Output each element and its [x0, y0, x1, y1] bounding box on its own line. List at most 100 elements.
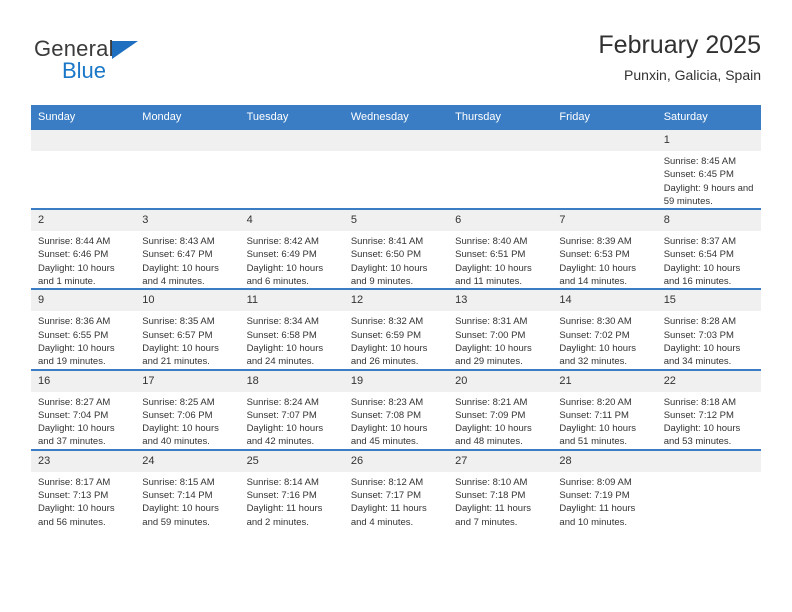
- calendar-day-cell[interactable]: 6 Sunrise: 8:40 AM Sunset: 6:51 PM Daylight…: [448, 208, 553, 290]
- calendar-day-cell[interactable]: 23 Sunrise: 8:17 AM Sunset: 7:13 PM Dayligh…: [31, 448, 136, 529]
- sunrise-text: Sunrise: 8:43 AM: [142, 236, 215, 248]
- daylight-text: Daylight: 11 hours and 2 minutes.: [246, 503, 323, 528]
- day-details: Sunrise: 8:31 AM Sunset: 7:00 PM Daylight:…: [448, 311, 552, 368]
- day-details: Sunrise: 8:15 AM Sunset: 7:14 PM Daylight:…: [135, 472, 239, 529]
- calendar-day-cell[interactable]: 25 Sunrise: 8:14 AM Sunset: 7:16 PM Dayligh…: [239, 448, 344, 529]
- weekday-header-friday: Friday: [552, 105, 657, 130]
- sunrise-text: Sunrise: 8:31 AM: [455, 316, 528, 328]
- weekday-header-sunday: Sunday: [31, 105, 136, 130]
- day-number: 27: [448, 450, 553, 472]
- day-details: Sunrise: 8:27 AM Sunset: 7:04 PM Daylight:…: [31, 392, 135, 449]
- calendar-day-cell-empty: [552, 130, 657, 210]
- sunrise-text: Sunrise: 8:17 AM: [38, 476, 111, 488]
- daylight-text: Daylight: 10 hours and 42 minutes.: [246, 423, 324, 448]
- calendar-day-cell[interactable]: 4 Sunrise: 8:42 AM Sunset: 6:49 PM Daylight…: [239, 208, 344, 290]
- day-number: 11: [239, 290, 344, 312]
- sunrise-text: Sunrise: 8:18 AM: [663, 396, 737, 408]
- sunset-text: Sunset: 6:58 PM: [246, 329, 317, 341]
- sunset-text: Sunset: 7:00 PM: [455, 329, 526, 341]
- day-number: 25: [239, 450, 344, 472]
- page-title: February 2025: [598, 31, 761, 59]
- day-number: 9: [31, 290, 136, 312]
- sunrise-text: Sunrise: 8:41 AM: [350, 236, 424, 248]
- daylight-text: Daylight: 10 hours and 59 minutes.: [142, 503, 219, 528]
- day-number: 16: [31, 370, 136, 392]
- sunset-text: Sunset: 6:53 PM: [559, 249, 630, 261]
- calendar-day-cell[interactable]: 7 Sunrise: 8:39 AM Sunset: 6:53 PM Daylight…: [552, 208, 657, 290]
- calendar-day-cell[interactable]: 28 Sunrise: 8:09 AM Sunset: 7:19 PM Dayligh…: [552, 448, 657, 529]
- sunset-text: Sunset: 7:07 PM: [246, 409, 317, 421]
- calendar-day-cell[interactable]: 19 Sunrise: 8:23 AM Sunset: 7:08 PM Dayligh…: [343, 368, 449, 450]
- day-number: 26: [343, 450, 449, 472]
- day-details: Sunrise: 8:45 AM Sunset: 6:45 PM Daylight:…: [657, 151, 761, 208]
- daylight-text: Daylight: 9 hours and 59 minutes.: [663, 182, 754, 207]
- day-details: Sunrise: 8:09 AM Sunset: 7:19 PM Daylight:…: [552, 472, 656, 529]
- calendar-day-cell[interactable]: 22 Sunrise: 8:18 AM Sunset: 7:12 PM Dayligh…: [656, 368, 761, 450]
- sunset-text: Sunset: 6:47 PM: [142, 249, 213, 261]
- calendar-day-cell-empty: [239, 130, 344, 210]
- calendar-day-cell[interactable]: 21 Sunrise: 8:20 AM Sunset: 7:11 PM Dayligh…: [552, 368, 657, 450]
- daylight-text: Daylight: 10 hours and 1 minute.: [38, 262, 115, 288]
- sunrise-text: Sunrise: 8:09 AM: [559, 476, 632, 488]
- general-blue-logo: General Blue: [31, 32, 251, 92]
- sunset-text: Sunset: 6:46 PM: [38, 249, 109, 261]
- sunset-text: Sunset: 7:14 PM: [142, 490, 213, 502]
- calendar-day-cell[interactable]: 26 Sunrise: 8:12 AM Sunset: 7:17 PM Dayligh…: [343, 448, 449, 529]
- calendar-week-row: 16 Sunrise: 8:27 AM Sunset: 7:04 PM Dayligh…: [31, 368, 761, 450]
- day-number: [31, 130, 136, 151]
- sunrise-text: Sunrise: 8:40 AM: [455, 236, 528, 248]
- day-number: 18: [239, 370, 344, 392]
- calendar-day-cell[interactable]: 20 Sunrise: 8:21 AM Sunset: 7:09 PM Dayligh…: [448, 368, 553, 450]
- calendar-day-cell[interactable]: 14 Sunrise: 8:30 AM Sunset: 7:02 PM Dayligh…: [552, 288, 657, 370]
- weekday-header-row: Sunday Monday Tuesday Wednesday Thursday…: [31, 105, 761, 130]
- sunset-text: Sunset: 6:57 PM: [142, 329, 213, 341]
- day-number: [135, 130, 240, 151]
- daylight-text: Daylight: 10 hours and 9 minutes.: [350, 262, 428, 288]
- daylight-text: Daylight: 10 hours and 16 minutes.: [663, 262, 741, 288]
- sunrise-text: Sunrise: 8:20 AM: [559, 396, 632, 408]
- sunset-text: Sunset: 6:54 PM: [663, 249, 734, 261]
- calendar-day-cell[interactable]: 3 Sunrise: 8:43 AM Sunset: 6:47 PM Daylight…: [135, 208, 240, 290]
- calendar-day-cell[interactable]: 1 Sunrise: 8:45 AM Sunset: 6:45 PM Daylight…: [656, 130, 761, 210]
- calendar-day-cell[interactable]: 9 Sunrise: 8:36 AM Sunset: 6:55 PM Daylight…: [31, 288, 136, 370]
- calendar-day-cell[interactable]: 18 Sunrise: 8:24 AM Sunset: 7:07 PM Dayligh…: [239, 368, 344, 450]
- calendar-day-cell[interactable]: 10 Sunrise: 8:35 AM Sunset: 6:57 PM Dayligh…: [135, 288, 240, 370]
- calendar-day-cell[interactable]: 2 Sunrise: 8:44 AM Sunset: 6:46 PM Daylight…: [31, 208, 136, 290]
- sunrise-text: Sunrise: 8:27 AM: [38, 396, 111, 408]
- sunrise-text: Sunrise: 8:12 AM: [350, 476, 424, 488]
- day-number: [552, 130, 657, 151]
- calendar-day-cell[interactable]: 16 Sunrise: 8:27 AM Sunset: 7:04 PM Dayligh…: [31, 368, 136, 450]
- day-number: 17: [135, 370, 240, 392]
- calendar-day-cell[interactable]: 5 Sunrise: 8:41 AM Sunset: 6:50 PM Daylight…: [343, 208, 449, 290]
- day-number: 20: [448, 370, 553, 392]
- calendar-day-cell[interactable]: 13 Sunrise: 8:31 AM Sunset: 7:00 PM Dayligh…: [448, 288, 553, 370]
- day-details: Sunrise: 8:24 AM Sunset: 7:07 PM Daylight:…: [240, 392, 344, 449]
- day-details: Sunrise: 8:37 AM Sunset: 6:54 PM Daylight:…: [657, 231, 761, 288]
- day-details: Sunrise: 8:14 AM Sunset: 7:16 PM Daylight:…: [240, 472, 344, 529]
- sunrise-text: Sunrise: 8:23 AM: [350, 396, 424, 408]
- calendar-day-cell[interactable]: 11 Sunrise: 8:34 AM Sunset: 6:58 PM Dayligh…: [239, 288, 344, 370]
- sunset-text: Sunset: 6:45 PM: [663, 169, 734, 181]
- sunset-text: Sunset: 7:17 PM: [350, 490, 422, 502]
- calendar-day-cell[interactable]: 8 Sunrise: 8:37 AM Sunset: 6:54 PM Daylight…: [656, 208, 761, 290]
- calendar-day-cell[interactable]: 15 Sunrise: 8:28 AM Sunset: 7:03 PM Dayligh…: [656, 288, 761, 370]
- calendar-day-cell[interactable]: 27 Sunrise: 8:10 AM Sunset: 7:18 PM Dayligh…: [448, 448, 553, 529]
- sunrise-text: Sunrise: 8:28 AM: [663, 316, 737, 328]
- calendar-day-cell[interactable]: 24 Sunrise: 8:15 AM Sunset: 7:14 PM Dayligh…: [135, 448, 240, 529]
- calendar-day-cell-empty: [343, 130, 449, 210]
- sunrise-text: Sunrise: 8:32 AM: [350, 316, 424, 328]
- sunset-text: Sunset: 7:19 PM: [559, 490, 630, 502]
- calendar-day-cell[interactable]: 12 Sunrise: 8:32 AM Sunset: 6:59 PM Dayligh…: [343, 288, 449, 370]
- day-number: 10: [135, 290, 240, 312]
- day-number: [343, 130, 449, 151]
- sunset-text: Sunset: 6:55 PM: [38, 329, 109, 341]
- calendar-day-cell[interactable]: 17 Sunrise: 8:25 AM Sunset: 7:06 PM Dayligh…: [135, 368, 240, 450]
- day-number: 4: [239, 210, 344, 232]
- title-block: February 2025 Punxin, Galicia, Spain: [598, 30, 761, 85]
- sunset-text: Sunset: 7:03 PM: [663, 329, 734, 341]
- calendar-day-cell-empty: [135, 130, 240, 210]
- weekday-header-tuesday: Tuesday: [239, 105, 344, 130]
- daylight-text: Daylight: 10 hours and 4 minutes.: [142, 262, 219, 288]
- calendar-week-row: 1 Sunrise: 8:45 AM Sunset: 6:45 PM Daylight…: [31, 130, 761, 210]
- sunrise-text: Sunrise: 8:34 AM: [246, 316, 319, 328]
